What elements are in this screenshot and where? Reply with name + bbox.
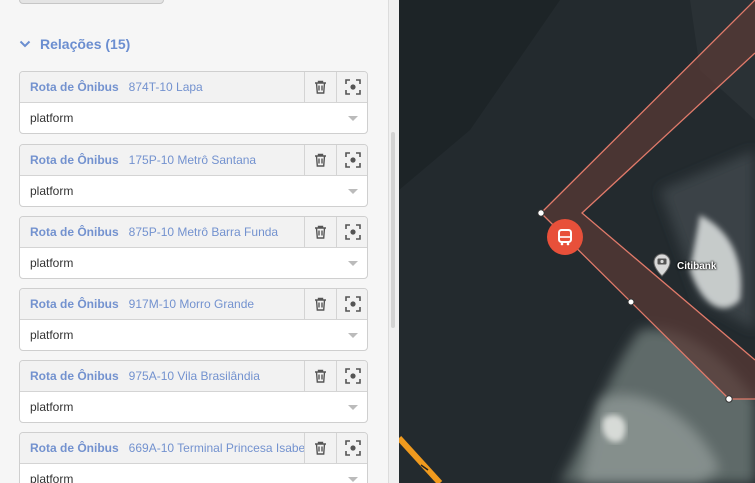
relations-section-toggle[interactable]: Relações (15) [19,35,130,53]
remove-membership-button[interactable] [304,145,336,175]
vertex-handle[interactable] [537,209,545,217]
relation-item: Rota de Ônibus 975A-10 Vila Brasilândia p… [19,360,368,423]
relation-item: Rota de Ônibus 669A-10 Terminal Princesa … [19,432,368,483]
zoom-to-relation-button[interactable] [336,361,367,391]
relation-link[interactable]: Rota de Ônibus 874T-10 Lapa [30,72,203,102]
role-input[interactable]: platform [30,464,73,483]
relation-link[interactable]: Rota de Ônibus 975A-10 Vila Brasilândia [30,361,260,391]
role-input[interactable]: platform [30,320,73,350]
bus-stop-icon[interactable] [547,219,583,255]
trash-icon [315,369,326,383]
zoom-to-icon [344,368,361,384]
zoom-to-icon [344,152,361,168]
map-canvas[interactable]: Citibank [399,0,755,483]
relation-type: Rota de Ônibus [30,225,119,239]
relation-header: Rota de Ônibus 175P-10 Metrô Santana [20,145,367,176]
role-input[interactable]: platform [30,248,73,278]
relation-link[interactable]: Rota de Ônibus 175P-10 Metrô Santana [30,145,256,175]
trash-icon [315,441,326,455]
relation-header: Rota de Ônibus 669A-10 Terminal Princesa … [20,433,367,464]
relations-section-title: Relações (15) [40,36,131,52]
zoom-to-relation-button[interactable] [336,289,367,319]
relation-header: Rota de Ônibus 874T-10 Lapa [20,72,367,103]
poi-label[interactable]: Citibank [677,261,716,272]
map-imagery [399,0,755,483]
role-combobox[interactable]: platform [20,464,367,483]
trash-icon [315,80,326,94]
vertex-handle[interactable] [725,395,733,403]
role-combobox[interactable]: platform [20,176,367,206]
caret-down-icon[interactable] [348,477,358,482]
remove-membership-button[interactable] [304,289,336,319]
zoom-to-icon [344,79,361,95]
chevron-down-icon [19,40,31,48]
remove-membership-button[interactable] [304,217,336,247]
trash-icon [315,225,326,239]
zoom-to-icon [344,296,361,312]
role-input[interactable]: platform [30,176,73,206]
relation-link[interactable]: Rota de Ônibus 669A-10 Terminal Princesa … [30,433,308,463]
zoom-to-relation-button[interactable] [336,217,367,247]
inspector-sidebar: Relações (15) Rota de Ônibus 874T-10 Lapa… [0,0,388,483]
remove-membership-button[interactable] [304,361,336,391]
zoom-to-icon [344,440,361,456]
caret-down-icon[interactable] [348,405,358,410]
sidebar-scrollbar[interactable] [391,132,395,328]
relation-item: Rota de Ônibus 875P-10 Metrô Barra Funda … [19,216,368,279]
relation-header: Rota de Ônibus 975A-10 Vila Brasilândia [20,361,367,392]
zoom-to-icon [344,224,361,240]
relation-name: 669A-10 Terminal Princesa Isabel [128,441,308,455]
caret-down-icon[interactable] [348,261,358,266]
relation-header: Rota de Ônibus 875P-10 Metrô Barra Funda [20,217,367,248]
remove-membership-button[interactable] [304,433,336,463]
relation-link[interactable]: Rota de Ônibus 875P-10 Metrô Barra Funda [30,217,278,247]
role-combobox[interactable]: platform [20,320,367,350]
remove-membership-button[interactable] [304,72,336,102]
relation-type: Rota de Ônibus [30,441,119,455]
role-combobox[interactable]: platform [20,103,367,133]
relation-name: 874T-10 Lapa [128,80,203,94]
relation-item: Rota de Ônibus 917M-10 Morro Grande platf… [19,288,368,351]
caret-down-icon[interactable] [348,116,358,121]
zoom-to-relation-button[interactable] [336,145,367,175]
relation-type: Rota de Ônibus [30,369,119,383]
relation-type: Rota de Ônibus [30,80,119,94]
relation-name: 975A-10 Vila Brasilândia [128,369,260,383]
relation-name: 175P-10 Metrô Santana [128,153,257,167]
relation-type: Rota de Ônibus [30,297,119,311]
zoom-to-relation-button[interactable] [336,433,367,463]
caret-down-icon[interactable] [348,189,358,194]
role-input[interactable]: platform [30,392,73,422]
relation-name: 917M-10 Morro Grande [128,297,255,311]
relation-item: Rota de Ônibus 175P-10 Metrô Santana plat… [19,144,368,207]
midpoint-handle[interactable] [627,298,635,306]
relation-link[interactable]: Rota de Ônibus 917M-10 Morro Grande [30,289,254,319]
relation-name: 875P-10 Metrô Barra Funda [128,225,279,239]
role-combobox[interactable]: platform [20,392,367,422]
role-input[interactable]: platform [30,103,73,133]
caret-down-icon[interactable] [348,333,358,338]
view-on-osm-button[interactable] [19,0,164,4]
trash-icon [315,153,326,167]
role-combobox[interactable]: platform [20,248,367,278]
relation-type: Rota de Ônibus [30,153,119,167]
relation-item: Rota de Ônibus 874T-10 Lapa platform [19,71,368,134]
zoom-to-relation-button[interactable] [336,72,367,102]
relation-header: Rota de Ônibus 917M-10 Morro Grande [20,289,367,320]
trash-icon [315,297,326,311]
